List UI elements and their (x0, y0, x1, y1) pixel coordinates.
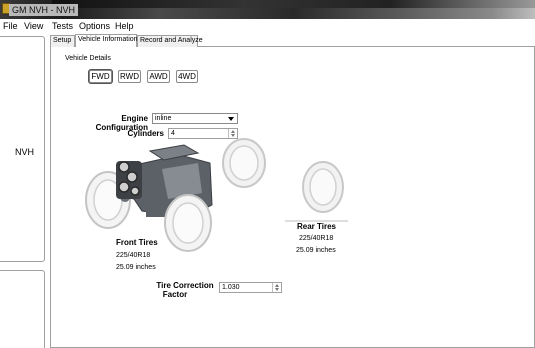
left-nav-panel: NVH (0, 36, 45, 262)
spin-down-icon[interactable] (275, 288, 279, 291)
title-bar: GM NVH - NVH (0, 0, 535, 19)
awd-button[interactable]: AWD (147, 70, 170, 83)
front-tires-diameter: 25.09 inches (116, 264, 156, 271)
rear-tires-size: 225/40R18 (299, 235, 334, 242)
vehicle-details-label: Vehicle Details (65, 55, 111, 62)
front-right-tire-icon (164, 194, 212, 252)
menu-help[interactable]: Help (115, 21, 134, 31)
tab-setup[interactable]: Setup (50, 35, 75, 47)
tire-correction-label-line2: Factor (162, 290, 188, 299)
window-title: GM NVH - NVH (9, 4, 78, 16)
rwd-button[interactable]: RWD (118, 70, 141, 83)
rear-left-tire-icon (222, 138, 266, 188)
front-tires-size: 225/40R18 (116, 252, 151, 259)
title-bar-background (52, 0, 535, 8)
chevron-down-icon[interactable] (228, 117, 234, 121)
engine-configuration-value: inline (155, 115, 172, 122)
front-tires-label: Front Tires (116, 238, 158, 247)
spin-up-icon[interactable] (275, 284, 279, 287)
spin-buttons[interactable] (272, 283, 281, 292)
menu-view[interactable]: View (24, 21, 43, 31)
menu-options[interactable]: Options (79, 21, 110, 31)
left-lower-panel (0, 270, 45, 348)
tab-record-and-analyze[interactable]: Record and Analyze (137, 35, 203, 47)
tire-correction-value: 1.030 (222, 284, 240, 291)
rear-right-tire-icon (302, 161, 344, 213)
4wd-button[interactable]: 4WD (176, 70, 198, 83)
menu-tests[interactable]: Tests (52, 21, 73, 31)
nvh-nav-item[interactable]: NVH (15, 147, 34, 157)
spin-up-icon[interactable] (231, 130, 235, 133)
tab-vehicle-information[interactable]: Vehicle Information (75, 34, 138, 47)
tire-correction-stepper[interactable]: 1.030 (219, 282, 282, 293)
rear-tires-diameter: 25.09 inches (296, 247, 336, 254)
tire-correction-label: Tire Correction (156, 281, 214, 290)
fwd-button[interactable]: FWD (89, 70, 112, 83)
menu-bar: File View Tests Options Help (0, 19, 535, 33)
rear-tires-label: Rear Tires (297, 222, 336, 231)
engine-configuration-select[interactable]: inline (152, 113, 238, 124)
menu-file[interactable]: File (3, 21, 18, 31)
